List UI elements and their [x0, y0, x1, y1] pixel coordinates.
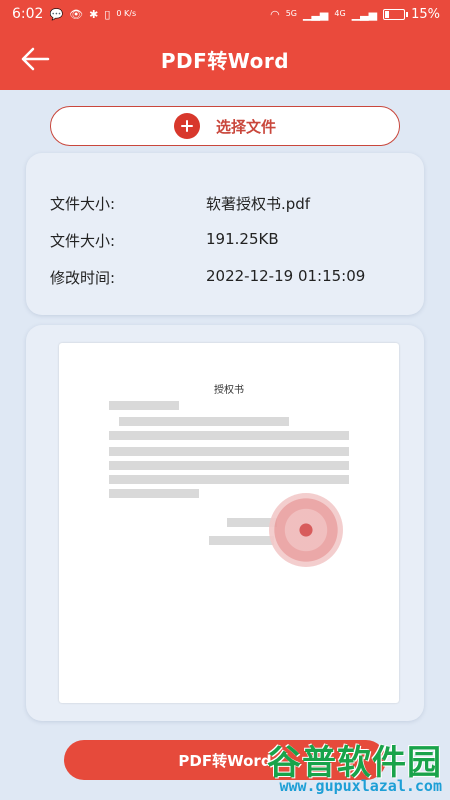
- document-preview-card: 授权书: [26, 325, 424, 721]
- vibrate-icon: ▯: [104, 7, 111, 21]
- signal-4g: 4G: [334, 9, 346, 18]
- page-title: PDF转Word: [160, 48, 290, 73]
- modified-time-row: 修改时间: 2022-12-19 01:15:09: [50, 267, 365, 288]
- choose-file-button[interactable]: 选择文件: [50, 106, 400, 146]
- signal-5g: 5G: [285, 9, 298, 18]
- blurred-text: [109, 461, 349, 470]
- watermark-url: www.gupuxlazal.com: [279, 777, 442, 795]
- message-icon: 💬: [49, 7, 64, 21]
- choose-file-label: 选择文件: [215, 117, 276, 136]
- blurred-text: [209, 536, 274, 545]
- modified-time-value: 2022-12-19 01:15:09: [206, 267, 366, 285]
- eye-icon: 👁: [69, 7, 84, 21]
- signal-icon: ▁▃▅: [303, 7, 329, 21]
- file-size-value: 191.25KB: [206, 230, 279, 248]
- blurred-text: [109, 401, 179, 410]
- site-watermark: 谷普软件园 www.gupuxlazal.com: [244, 735, 444, 797]
- file-info-card: 文件大小: 软著授权书.pdf 文件大小: 191.25KB 修改时间: 202…: [26, 153, 424, 315]
- file-size-label: 文件大小:: [50, 232, 116, 250]
- signal-icon: ▁▃▅: [351, 7, 378, 21]
- modified-time-label: 修改时间:: [50, 269, 116, 287]
- blurred-text: [109, 489, 199, 498]
- blurred-text: [119, 417, 289, 426]
- header: PDF转Word: [0, 30, 450, 88]
- plus-icon: [173, 113, 200, 139]
- blurred-text: [109, 447, 349, 456]
- status-time: 6:02: [12, 6, 44, 22]
- network-speed: 0 K/s: [116, 9, 137, 18]
- document-page-preview[interactable]: 授权书: [59, 343, 399, 703]
- blurred-text: [109, 431, 349, 440]
- file-name-value: 软著授权书.pdf: [206, 195, 311, 213]
- wifi-icon: ◠: [270, 7, 280, 21]
- bluetooth-icon: ✱: [89, 7, 99, 21]
- document-title: 授权书: [214, 385, 244, 396]
- file-name-label: 文件大小:: [50, 195, 116, 213]
- back-arrow-icon[interactable]: [18, 44, 52, 74]
- official-seal: [269, 493, 343, 567]
- battery-icon: [383, 8, 409, 20]
- blurred-text: [109, 475, 349, 484]
- file-size-row: 文件大小: 191.25KB: [50, 230, 279, 251]
- status-bar: 6:02 💬 👁 ✱ ▯ 0 K/s ◠ 5G ▁▃▅ 4G ▁▃▅ 15%: [0, 0, 450, 28]
- app-header-bar: 6:02 💬 👁 ✱ ▯ 0 K/s ◠ 5G ▁▃▅ 4G ▁▃▅ 15% P…: [0, 0, 450, 90]
- battery-percent: 15%: [411, 6, 440, 22]
- file-name-row: 文件大小: 软著授权书.pdf: [50, 193, 310, 214]
